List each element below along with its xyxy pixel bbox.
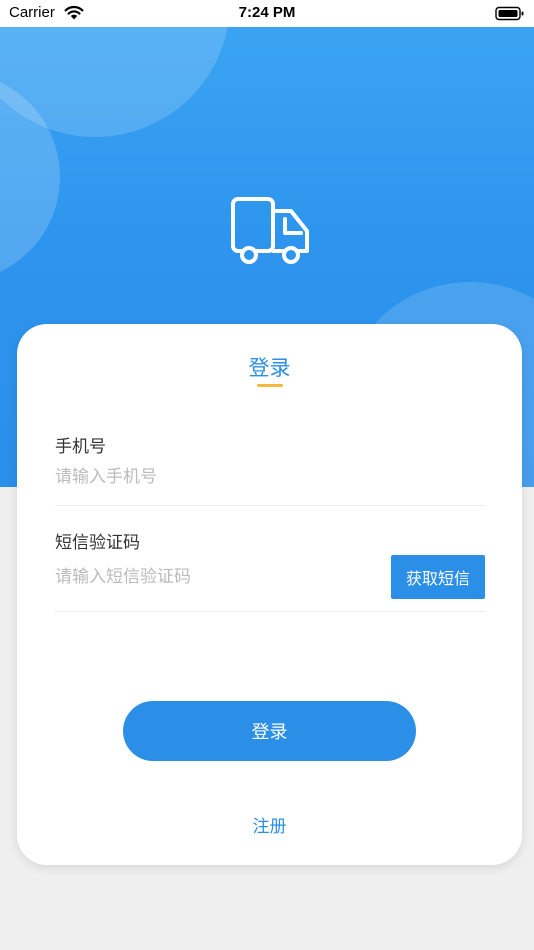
- phone-label: 手机号: [55, 437, 106, 457]
- divider: [55, 611, 485, 612]
- login-card: 登录 手机号 短信验证码 获取短信 登录 注册: [17, 324, 522, 865]
- phone-input[interactable]: [55, 464, 355, 490]
- login-tab-title: 登录: [248, 356, 291, 380]
- battery-icon: [495, 6, 524, 21]
- register-link[interactable]: 注册: [17, 812, 522, 837]
- sms-code-label: 短信验证码: [55, 533, 140, 553]
- truck-icon: [231, 197, 309, 264]
- sms-code-input[interactable]: [55, 564, 355, 590]
- status-bar: Carrier 7:24 PM: [0, 0, 534, 27]
- login-screen: Carrier 7:24 PM 登录 手机号 请输入手机号 短信验证码 请输入短…: [0, 0, 534, 950]
- login-button[interactable]: 登录: [123, 701, 416, 761]
- clock: 7:24 PM: [238, 4, 296, 21]
- get-sms-code-button[interactable]: 获取短信: [391, 555, 485, 599]
- divider: [55, 505, 485, 506]
- tab-indicator: [257, 384, 283, 387]
